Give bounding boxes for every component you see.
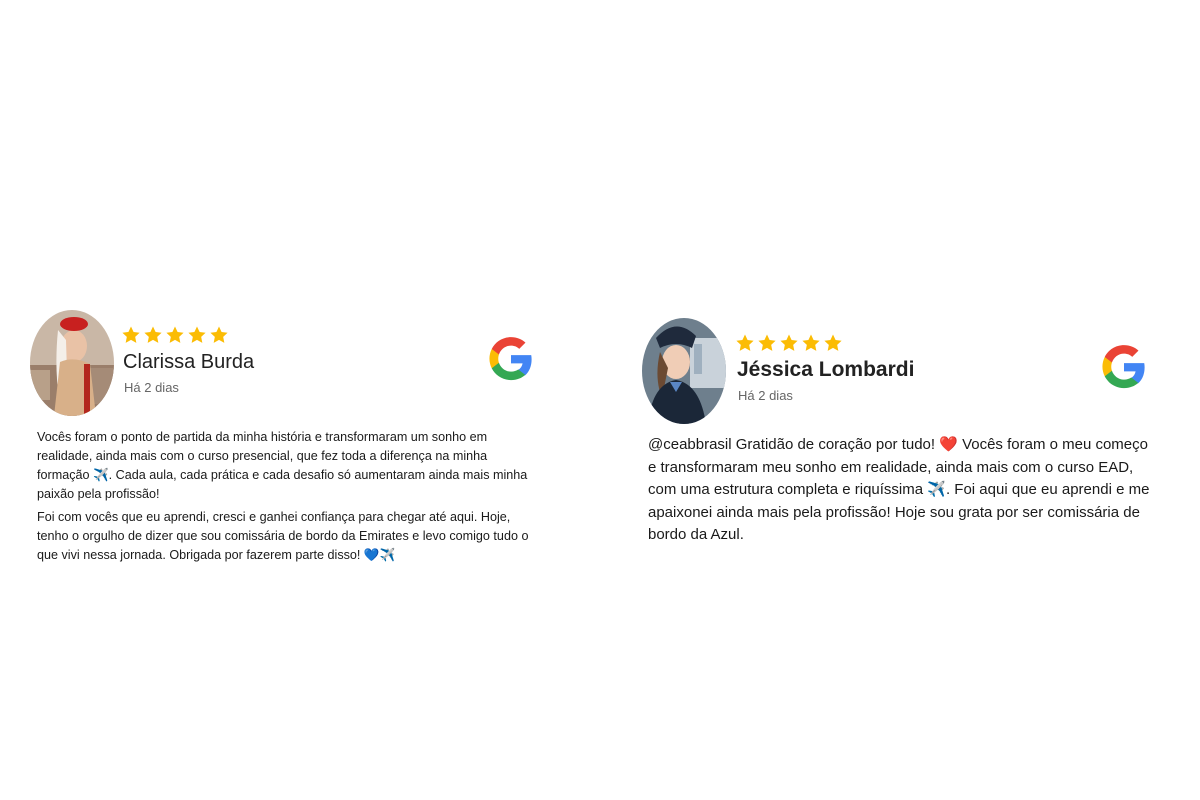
review-paragraph: @ceabbrasil Gratidão de coração por tudo… xyxy=(648,436,1150,543)
rating-stars xyxy=(735,333,843,353)
star-icon xyxy=(736,334,754,351)
review-date: Há 2 dias xyxy=(124,380,179,395)
star-icon xyxy=(122,326,140,343)
reviewer-name: Jéssica Lombardi xyxy=(737,358,915,381)
reviewer-avatar xyxy=(30,310,114,416)
star-icon xyxy=(758,334,776,351)
reviewer-avatar xyxy=(642,318,726,424)
review-text: @ceabbrasil Gratidão de coração por tudo… xyxy=(648,434,1158,547)
google-icon xyxy=(488,336,534,382)
star-icon xyxy=(210,326,228,343)
review-paragraph: Foi com vocês que eu aprendi, cresci e g… xyxy=(37,510,529,562)
review-text: Vocês foram o ponto de partida da minha … xyxy=(37,428,532,569)
star-icon xyxy=(824,334,842,351)
review-paragraph: Vocês foram o ponto de partida da minha … xyxy=(37,430,528,501)
star-icon xyxy=(144,326,162,343)
review-date: Há 2 dias xyxy=(738,388,793,403)
star-icon xyxy=(802,334,820,351)
star-icon xyxy=(188,326,206,343)
star-icon xyxy=(166,326,184,343)
google-icon xyxy=(1101,344,1147,390)
reviewer-name: Clarissa Burda xyxy=(123,351,255,373)
rating-stars xyxy=(121,325,229,345)
star-icon xyxy=(780,334,798,351)
